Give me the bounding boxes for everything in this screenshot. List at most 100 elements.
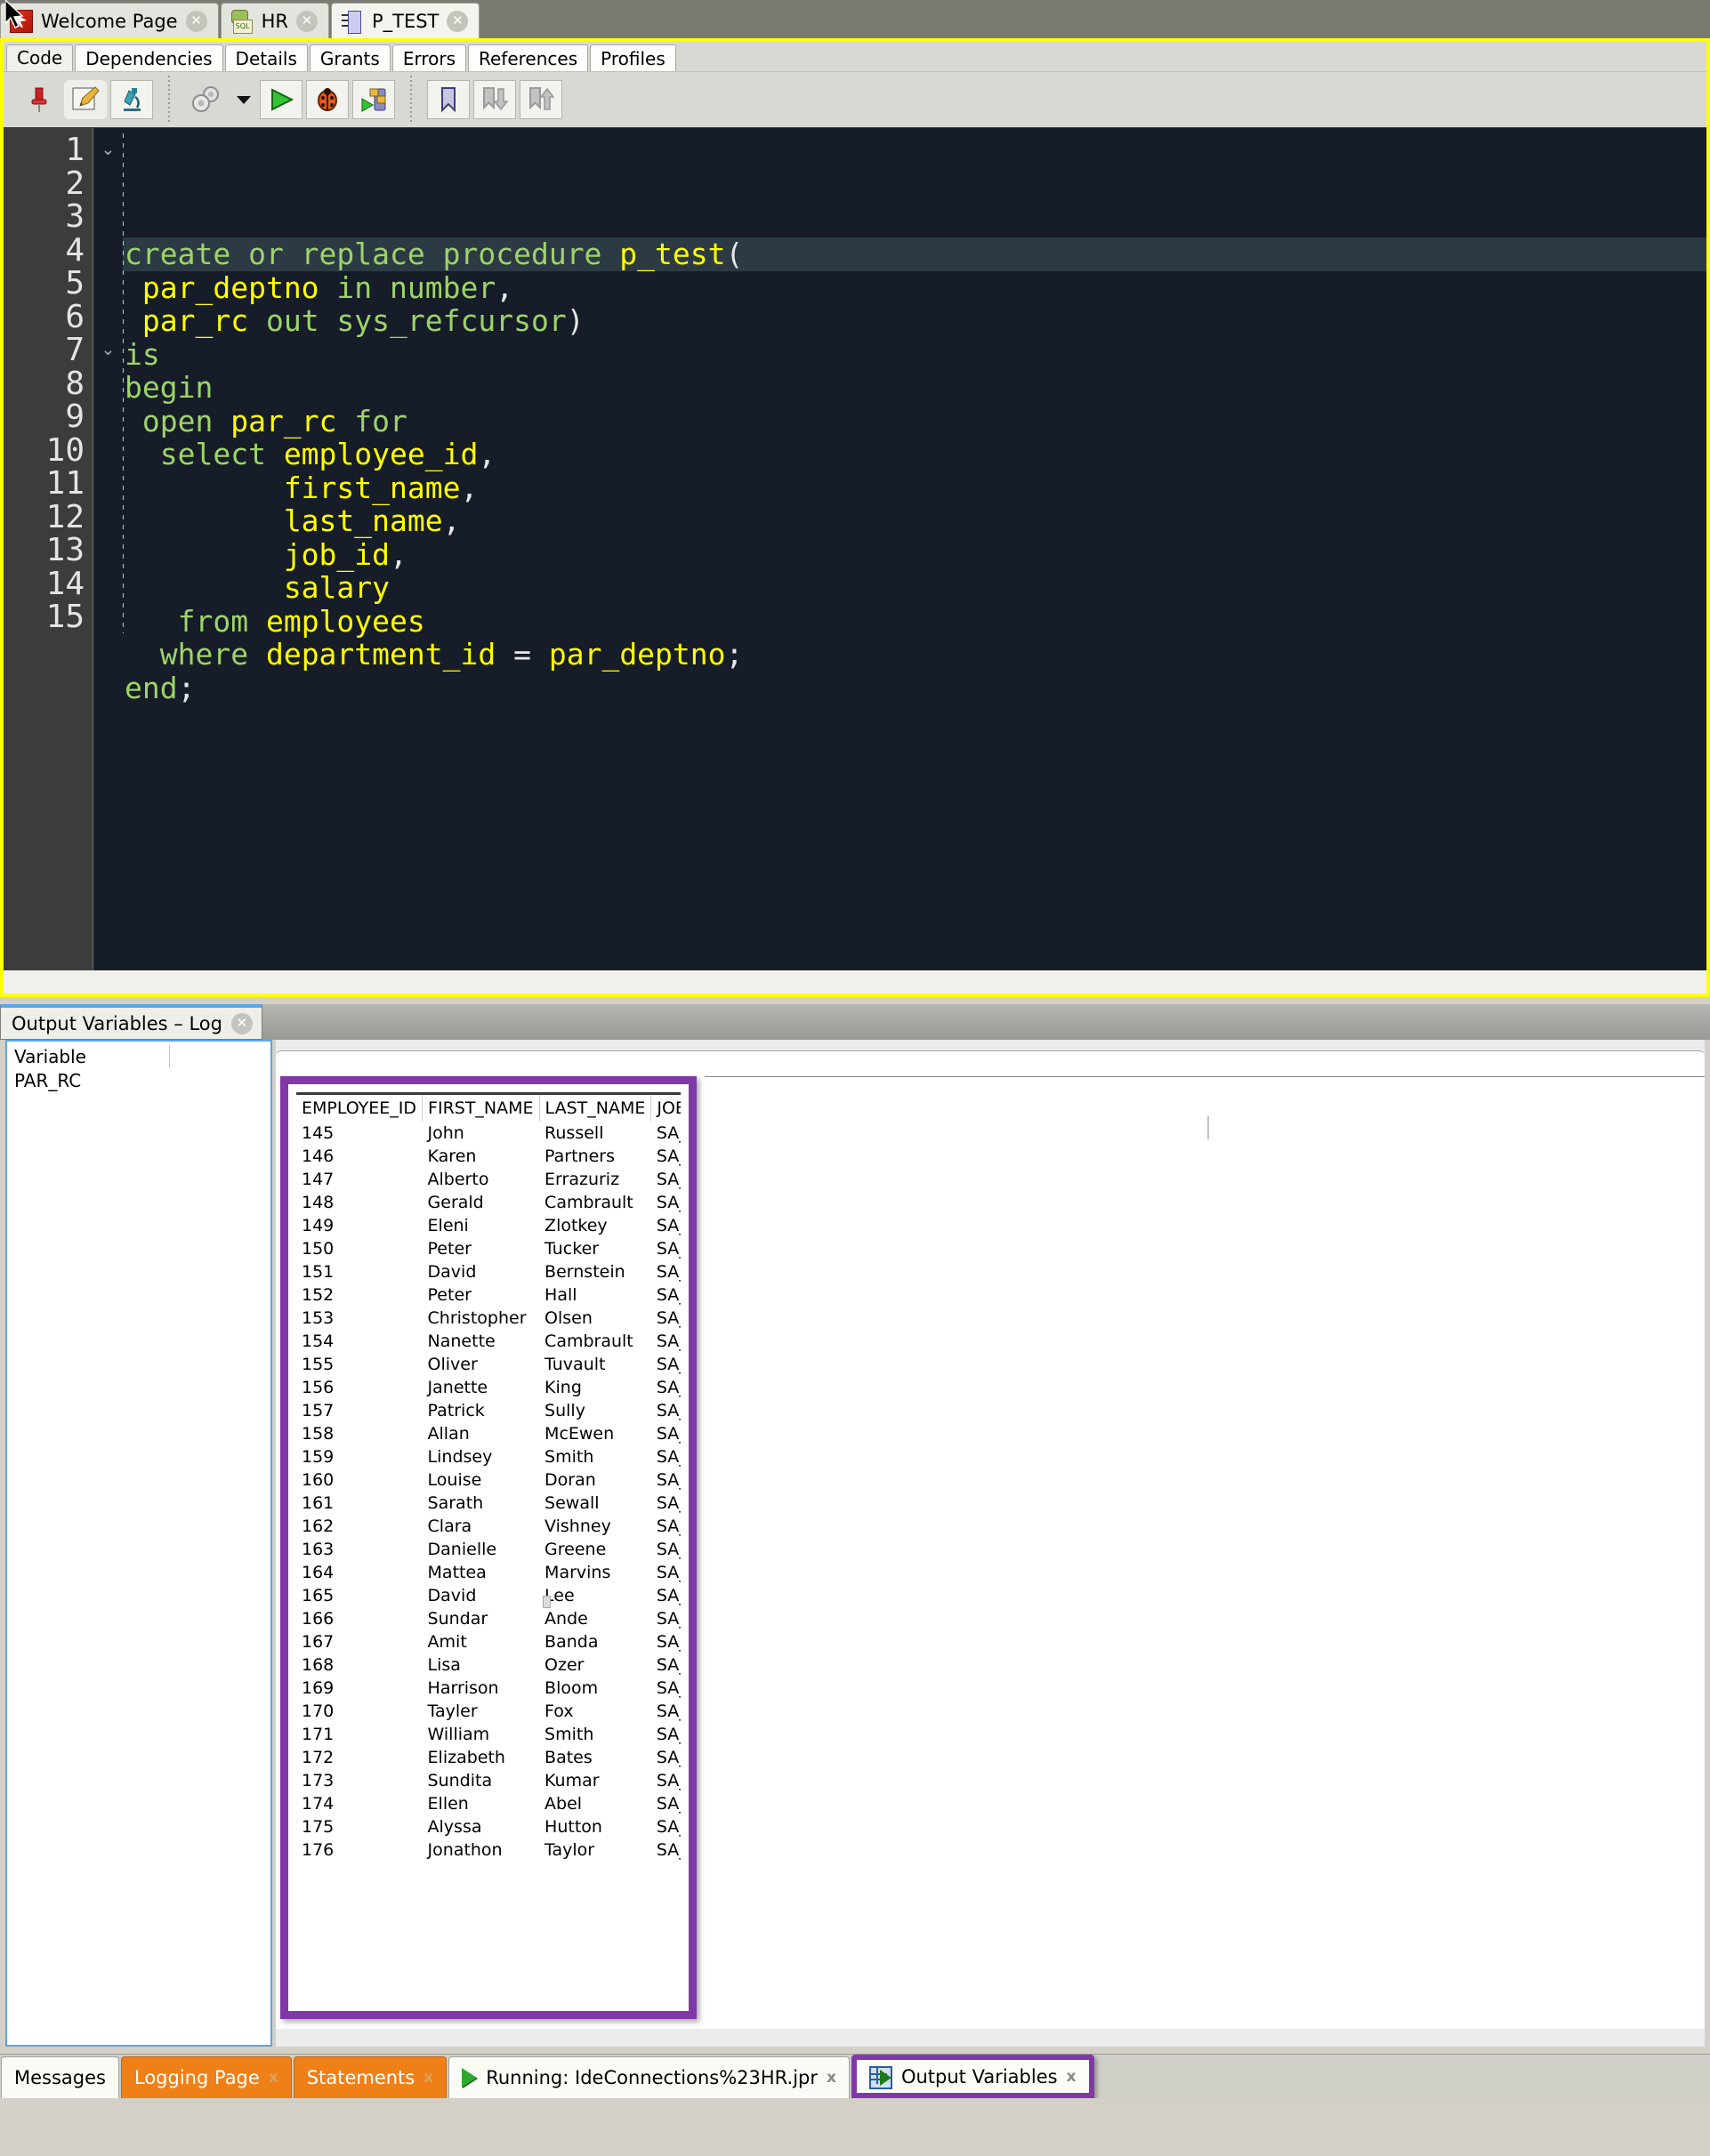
table-row[interactable]: 175AlyssaHuttonSA_REP17600 <box>296 1815 681 1838</box>
table-row[interactable]: 162ClaraVishneySA_REP21000 <box>296 1515 681 1538</box>
table-cell[interactable]: Janette <box>423 1376 540 1399</box>
table-cell[interactable]: SA_REP <box>651 1422 681 1445</box>
table-cell[interactable]: Bates <box>539 1746 651 1769</box>
table-cell[interactable]: 158 <box>296 1422 423 1445</box>
table-row[interactable]: 159LindseySmithSA_REP16000 <box>296 1445 681 1468</box>
next-bookmark-button[interactable] <box>473 80 516 119</box>
table-cell[interactable]: 148 <box>296 1191 423 1214</box>
table-row[interactable]: 160LouiseDoranSA_REP15000 <box>296 1468 681 1492</box>
variables-list-panel[interactable]: Variable PAR_RC <box>5 1040 272 2047</box>
table-cell[interactable]: Marvins <box>539 1561 651 1584</box>
table-cell[interactable]: SA_MAN <box>651 1122 681 1145</box>
table-cell[interactable]: SA_REP <box>651 1700 681 1723</box>
table-cell[interactable]: Partners <box>539 1145 651 1168</box>
run-with-output-button[interactable] <box>352 80 395 119</box>
result-grid[interactable]: EMPLOYEE_ID FIRST_NAME LAST_NAME JOB_ID … <box>296 1095 681 1862</box>
table-cell[interactable]: Kumar <box>539 1769 651 1792</box>
table-cell[interactable]: 162 <box>296 1515 423 1538</box>
table-row[interactable]: 156JanetteKingSA_REP20000 <box>296 1376 681 1399</box>
table-row[interactable]: 174EllenAbelSA_REP22000 <box>296 1792 681 1815</box>
table-cell[interactable]: SA_REP <box>651 1445 681 1468</box>
table-row[interactable]: 168LisaOzerSA_REP23000 <box>296 1653 681 1677</box>
table-cell[interactable]: 145 <box>296 1122 423 1145</box>
table-cell[interactable]: Fox <box>539 1700 651 1723</box>
table-cell[interactable]: William <box>423 1723 540 1746</box>
table-cell[interactable]: SA_REP <box>651 1561 681 1584</box>
tab-dependencies[interactable]: Dependencies <box>75 44 223 71</box>
table-cell[interactable]: SA_REP <box>651 1353 681 1376</box>
table-cell[interactable]: SA_REP <box>651 1492 681 1515</box>
table-cell[interactable]: David <box>423 1584 540 1607</box>
variables-row[interactable]: PAR_RC <box>7 1067 270 1091</box>
table-cell[interactable]: SA_REP <box>651 1653 681 1677</box>
table-cell[interactable]: 165 <box>296 1584 423 1607</box>
status-tab-running-connection[interactable]: Running: IdeConnections%23HR.jpr x <box>448 2056 850 2098</box>
table-cell[interactable]: Abel <box>539 1792 651 1815</box>
close-icon[interactable]: x <box>827 2069 836 2087</box>
table-cell[interactable]: Karen <box>423 1145 540 1168</box>
table-cell[interactable]: Louise <box>423 1468 540 1492</box>
table-cell[interactable]: Cambrault <box>539 1330 651 1353</box>
table-cell[interactable]: 173 <box>296 1769 423 1792</box>
table-cell[interactable]: SA_MAN <box>651 1145 681 1168</box>
edit-button[interactable] <box>64 80 107 119</box>
code-text-area[interactable]: create or replace procedure p_test( par_… <box>123 128 1706 970</box>
table-cell[interactable]: SA_REP <box>651 1468 681 1492</box>
table-cell[interactable]: Olsen <box>539 1307 651 1330</box>
table-cell[interactable]: Mattea <box>423 1561 540 1584</box>
table-cell[interactable]: Oliver <box>423 1353 540 1376</box>
table-cell[interactable]: SA_REP <box>651 1769 681 1792</box>
table-cell[interactable]: 160 <box>296 1468 423 1492</box>
table-cell[interactable]: SA_MAN <box>651 1214 681 1237</box>
table-cell[interactable]: 163 <box>296 1538 423 1561</box>
table-cell[interactable]: SA_REP <box>651 1815 681 1838</box>
table-cell[interactable]: SA_REP <box>651 1607 681 1630</box>
table-cell[interactable]: Alberto <box>423 1168 540 1191</box>
table-cell[interactable]: 161 <box>296 1492 423 1515</box>
table-cell[interactable]: Cambrault <box>539 1191 651 1214</box>
table-cell[interactable]: SA_REP <box>651 1330 681 1353</box>
table-cell[interactable]: Sundar <box>423 1607 540 1630</box>
table-row[interactable]: 151DavidBernsteinSA_REP19000 <box>296 1260 681 1283</box>
table-row[interactable]: 171WilliamSmithSA_REP14800 <box>296 1723 681 1746</box>
status-tab-messages[interactable]: Messages <box>1 2056 119 2098</box>
table-row[interactable]: 148GeraldCambraultSA_MAN22000 <box>296 1191 681 1214</box>
table-cell[interactable]: 146 <box>296 1145 423 1168</box>
tab-profiles[interactable]: Profiles <box>590 44 676 71</box>
table-cell[interactable]: Danielle <box>423 1538 540 1561</box>
table-cell[interactable]: SA_REP <box>651 1399 681 1422</box>
table-cell[interactable]: Ozer <box>539 1653 651 1677</box>
table-cell[interactable]: McEwen <box>539 1422 651 1445</box>
table-cell[interactable]: Sarath <box>423 1492 540 1515</box>
table-row[interactable]: 161SarathSewallSA_REP14000 <box>296 1492 681 1515</box>
table-row[interactable]: 158AllanMcEwenSA_REP18000 <box>296 1422 681 1445</box>
table-cell[interactable]: SA_REP <box>651 1723 681 1746</box>
table-cell[interactable]: SA_REP <box>651 1538 681 1561</box>
panel-splitter-knob[interactable] <box>543 1596 551 1608</box>
table-cell[interactable]: Lisa <box>423 1653 540 1677</box>
close-icon[interactable]: ✕ <box>295 10 318 32</box>
dock-tab-output-variables-log[interactable]: Output Variables – Log ✕ <box>0 1004 262 1040</box>
table-row[interactable]: 153ChristopherOlsenSA_REP16000 <box>296 1307 681 1330</box>
table-row[interactable]: 167AmitBandaSA_REP12400 <box>296 1630 681 1653</box>
table-cell[interactable]: 152 <box>296 1283 423 1307</box>
result-grid-scroll[interactable]: EMPLOYEE_ID FIRST_NAME LAST_NAME JOB_ID … <box>296 1092 681 2003</box>
table-cell[interactable]: Tucker <box>539 1237 651 1260</box>
table-cell[interactable]: 171 <box>296 1723 423 1746</box>
table-cell[interactable]: SA_REP <box>651 1746 681 1769</box>
table-cell[interactable]: Lindsey <box>423 1445 540 1468</box>
table-cell[interactable]: 170 <box>296 1700 423 1723</box>
compile-dropdown-button[interactable] <box>231 80 256 119</box>
table-row[interactable]: 154NanetteCambraultSA_REP15000 <box>296 1330 681 1353</box>
table-cell[interactable]: Tuvault <box>539 1353 651 1376</box>
table-cell[interactable]: Peter <box>423 1283 540 1307</box>
table-cell[interactable]: SA_REP <box>651 1283 681 1307</box>
table-cell[interactable]: Vishney <box>539 1515 651 1538</box>
table-cell[interactable]: Jonathon <box>423 1838 540 1862</box>
status-tab-statements[interactable]: Statements x <box>293 2056 448 2098</box>
table-row[interactable]: 169HarrisonBloomSA_REP20000 <box>296 1677 681 1700</box>
close-icon[interactable]: ✕ <box>185 10 207 32</box>
debug-button[interactable] <box>306 80 349 119</box>
table-row[interactable]: 155OliverTuvaultSA_REP14000 <box>296 1353 681 1376</box>
table-cell[interactable]: 150 <box>296 1237 423 1260</box>
